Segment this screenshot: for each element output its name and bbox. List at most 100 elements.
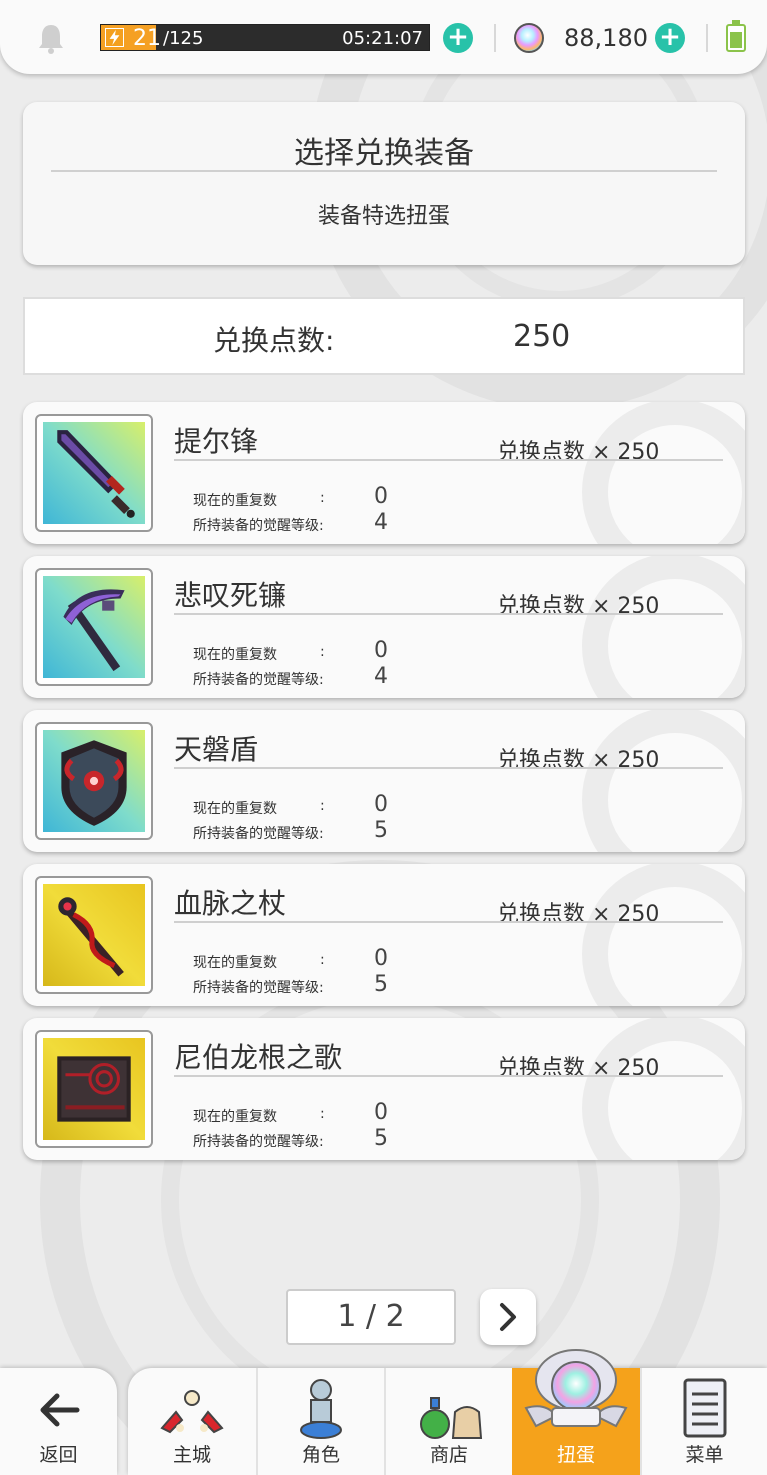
divider [51,170,717,172]
duplicate-count-label: 现在的重复数 [193,493,277,509]
bell-icon[interactable] [36,22,66,54]
item-icon-frame[interactable] [35,414,153,532]
card-ornament [582,864,745,1006]
chevron-right-icon [500,1303,516,1331]
awaken-level-value: 4 [374,664,388,689]
item-cost: 兑换点数 × 250 [497,748,660,773]
tome-icon [43,1038,145,1140]
stat-colon: : [320,798,325,814]
item-icon-frame[interactable] [35,722,153,840]
item-cost: 兑换点数 × 250 [497,1056,660,1081]
back-label: 返回 [39,1444,78,1466]
equipment-item-card[interactable]: 尼伯龙根之歌 兑换点数 × 250 现在的重复数 : 0 所持装备的觉醒等级: … [23,1018,745,1160]
arrow-left-icon [40,1393,79,1427]
divider [706,24,708,52]
awaken-level-label: 所持装备的觉醒等级: [193,518,324,534]
stamina-timer: 05:21:07 [342,28,423,49]
item-name: 尼伯龙根之歌 [174,1041,343,1074]
card-ornament [582,1018,745,1160]
nav-item-town[interactable]: 主城 [128,1368,256,1475]
duplicate-count-value: 0 [374,792,388,817]
add-gems-button[interactable]: + [655,23,685,53]
points-value: 250 [513,319,571,354]
stat-colon: : [320,1106,325,1122]
lightning-icon [105,28,124,47]
item-name: 提尔锋 [174,425,259,458]
scythe-icon [43,576,145,678]
back-button[interactable]: 返回 [0,1368,117,1475]
item-name: 血脉之杖 [174,887,287,920]
awaken-level-value: 5 [374,972,388,997]
rainbow-gem-icon [514,23,544,53]
equipment-item-card[interactable]: 天磐盾 兑换点数 × 250 现在的重复数 : 0 所持装备的觉醒等级: 5 [23,710,745,852]
nav-item-menu[interactable]: 菜单 [640,1368,767,1475]
awaken-level-value: 5 [374,818,388,843]
item-name: 悲叹死镰 [174,579,287,612]
card-ornament [582,402,745,544]
duplicate-count-value: 0 [374,484,388,509]
item-cost: 兑换点数 × 250 [497,902,660,927]
stat-colon: : [320,952,325,968]
equipment-item-card[interactable]: 悲叹死镰 兑换点数 × 250 现在的重复数 : 0 所持装备的觉醒等级: 4 [23,556,745,698]
exchange-points-bar: 兑换点数: 250 [23,297,745,375]
item-icon-frame[interactable] [35,568,153,686]
divider [174,767,723,769]
gem-count: 88,180 [564,24,648,52]
stat-colon: : [320,644,325,660]
duplicate-count-label: 现在的重复数 [193,1109,277,1125]
awaken-level-value: 5 [374,1126,388,1151]
status-bar: 21 /125 05:21:07 + 88,180 + [0,0,767,74]
equipment-item-card[interactable]: 血脉之杖 兑换点数 × 250 现在的重复数 : 0 所持装备的觉醒等级: 5 [23,864,745,1006]
stamina-current: 21 [133,26,161,51]
stamina-gauge: 21 /125 05:21:07 [100,24,430,51]
nav-item-gacha[interactable]: 扭蛋 [512,1349,640,1475]
divider [174,921,723,923]
duplicate-count-label: 现在的重复数 [193,801,277,817]
nav-label: 菜单 [685,1444,724,1466]
card-ornament [582,710,745,852]
duplicate-count-label: 现在的重复数 [193,647,277,663]
card-ornament [582,556,745,698]
character-icon [300,1379,342,1439]
shop-icon [420,1397,483,1439]
divider [494,24,496,52]
stat-colon: : [320,490,325,506]
awaken-level-value: 4 [374,510,388,535]
nav-label: 角色 [301,1444,340,1466]
nav-label: 主城 [172,1444,211,1466]
page-title: 选择兑换装备 [294,136,474,171]
duplicate-count-value: 0 [374,1100,388,1125]
awaken-level-label: 所持装备的觉醒等级: [193,980,324,996]
dark-sword-icon [43,422,145,524]
divider [174,459,723,461]
gacha-subtitle: 装备特选扭蛋 [317,204,450,229]
awaken-level-label: 所持装备的觉醒等级: [193,672,324,688]
nav-item-character[interactable]: 角色 [256,1368,384,1475]
next-page-button[interactable] [480,1289,536,1345]
item-cost: 兑换点数 × 250 [497,594,660,619]
item-cost: 兑换点数 × 250 [497,440,660,465]
duplicate-count-label: 现在的重复数 [193,955,277,971]
nav-label: 商店 [429,1444,468,1466]
add-stamina-button[interactable]: + [443,23,473,53]
town-icon [160,1390,224,1434]
page-indicator: 1 / 2 [286,1289,456,1345]
awaken-level-label: 所持装备的觉醒等级: [193,1134,324,1150]
nav-item-shop[interactable]: 商店 [384,1368,512,1475]
stamina-max: /125 [163,28,204,49]
equipment-item-card[interactable]: 提尔锋 兑换点数 × 250 现在的重复数 : 0 所持装备的觉醒等级: 4 [23,402,745,544]
divider [174,1075,723,1077]
item-icon-frame[interactable] [35,876,153,994]
duplicate-count-value: 0 [374,946,388,971]
battery-icon [726,20,746,52]
menu-icon [683,1378,726,1438]
duplicate-count-value: 0 [374,638,388,663]
exchange-header-card: 选择兑换装备 装备特选扭蛋 [23,102,745,265]
shield-icon [43,730,145,832]
bottom-nav: 主城 角色 商店 扭蛋 菜单 [128,1349,767,1475]
item-icon-frame[interactable] [35,1030,153,1148]
gacha-icon [524,1349,628,1428]
item-name: 天磐盾 [174,733,259,766]
divider [174,613,723,615]
points-label: 兑换点数: [213,324,335,357]
